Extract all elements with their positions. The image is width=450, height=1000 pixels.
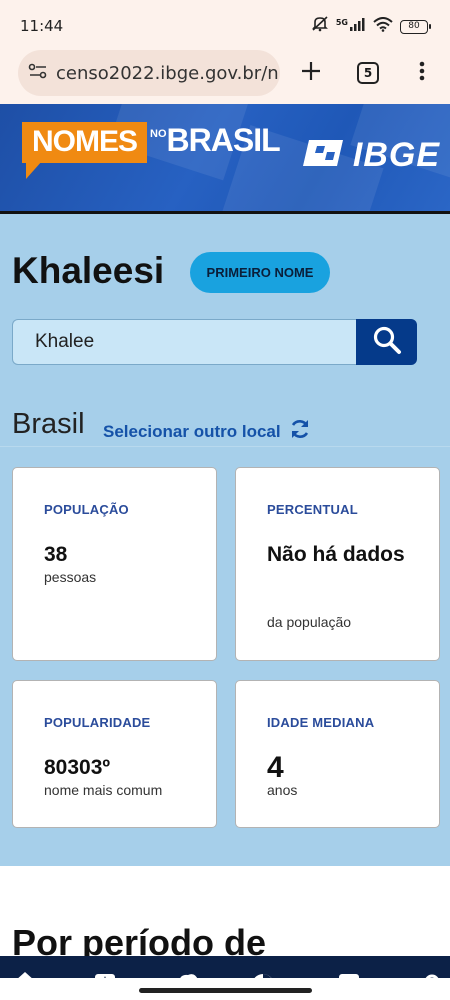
new-tab-button[interactable] <box>294 56 328 90</box>
search-input[interactable] <box>12 319 357 365</box>
card-unit: da população <box>267 614 352 630</box>
page-title: Khaleesi <box>12 250 165 291</box>
card-value: Não há dados <box>267 543 405 566</box>
card-label: IDADE MEDIANA <box>267 715 375 730</box>
ibge-text: IBGE <box>352 136 440 174</box>
logo-no-text: NO <box>150 128 167 140</box>
address-bar[interactable]: censo2022.ibge.gov.br/n <box>18 50 280 96</box>
popularity-card: POPULARIDADE 80303º nome mais comum <box>12 680 217 828</box>
percentage-card: PERCENTUAL Não há dados da população <box>235 467 440 661</box>
name-type-badge[interactable]: PRIMEIRO NOME <box>190 252 330 293</box>
status-icons: 5G 80 <box>311 16 431 37</box>
card-label: POPULARIDADE <box>44 715 151 730</box>
tabs-icon: 5 <box>357 62 379 84</box>
browser-toolbar: censo2022.ibge.gov.br/n 5 <box>0 48 450 104</box>
section-heading: Por período de <box>12 922 267 956</box>
status-bar: 11:44 5G 80 <box>0 0 450 48</box>
mute-icon <box>311 16 329 37</box>
card-unit: nome mais comum <box>44 782 163 798</box>
new-tab-icon <box>301 61 321 86</box>
status-time: 11:44 <box>20 17 64 35</box>
logo-brasil-text: BRASIL <box>166 122 281 158</box>
wifi-icon <box>373 16 393 37</box>
divider <box>0 446 450 447</box>
network-type: 5G <box>335 18 348 27</box>
ibge-symbol-icon <box>302 138 349 173</box>
search-form <box>12 319 417 365</box>
name-summary-section: Khaleesi PRIMEIRO NOME Brasil Selecionar… <box>0 214 450 866</box>
card-unit: anos <box>267 782 298 798</box>
card-label: POPULAÇÃO <box>44 502 129 517</box>
search-icon <box>372 325 402 360</box>
population-card: POPULAÇÃO 38 pessoas <box>12 467 217 661</box>
tabs-button[interactable]: 5 <box>351 56 385 90</box>
nomes-no-brasil-logo[interactable]: NOMES NOBRASIL <box>22 122 281 179</box>
median-age-card: IDADE MEDIANA 4 anos <box>235 680 440 828</box>
signal-icon <box>350 17 366 36</box>
card-label: PERCENTUAL <box>267 502 358 517</box>
site-info-icon[interactable] <box>28 62 48 85</box>
card-unit: pessoas <box>44 569 97 585</box>
url-text: censo2022.ibge.gov.br/n <box>56 62 279 84</box>
search-button[interactable] <box>356 319 417 365</box>
gesture-handle[interactable] <box>139 988 312 993</box>
change-location-link[interactable]: Selecionar outro local <box>103 418 311 445</box>
period-section: Por período de <box>0 866 450 956</box>
logo-nomes-text: NOMES <box>22 122 148 179</box>
more-menu-icon <box>419 61 425 86</box>
refresh-icon <box>289 418 311 445</box>
battery-icon: 80 <box>400 19 431 34</box>
more-menu-button[interactable] <box>405 56 439 90</box>
location-title: Brasil <box>12 408 85 440</box>
change-location-label: Selecionar outro local <box>103 421 281 441</box>
site-banner: NOMES NOBRASIL IBGE <box>0 104 450 214</box>
ibge-logo[interactable]: IBGE <box>302 136 440 175</box>
